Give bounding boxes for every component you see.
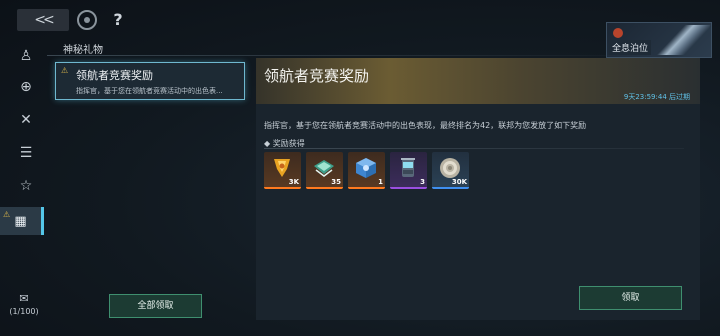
sidebar: ♙ ⊕ ✕ ☰ ☆ ⚠ ▦ ✉ (1/100) bbox=[0, 40, 48, 336]
user-icon: ♙ bbox=[19, 48, 33, 64]
sidebar-item-favorites[interactable]: ☆ bbox=[12, 172, 40, 200]
sidebar-item-gifts[interactable]: ⚠ ▦ bbox=[0, 207, 44, 235]
rarity-bar bbox=[432, 187, 469, 189]
sidebar-item-globe[interactable]: ⊕ bbox=[12, 73, 40, 101]
reward-qty: 3 bbox=[420, 178, 425, 186]
globe-icon: ⊕ bbox=[20, 79, 32, 95]
back-button[interactable]: << bbox=[17, 9, 69, 31]
reward-gold-medal[interactable]: 3K bbox=[264, 152, 301, 189]
mail-icon: ✉ bbox=[19, 292, 29, 305]
gift-icon: ▦ bbox=[14, 213, 27, 229]
detail-panel: 领航者竞赛奖励 9天23:59:44 后过期 指挥官，基于您在领航者竞赛活动中的… bbox=[256, 58, 700, 320]
message-list: ⚠ 领航者竞赛奖励 指挥官，基于您在领航者竞赛活动中的出色表... bbox=[50, 58, 250, 320]
reward-qty: 3K bbox=[288, 178, 299, 186]
double-chevron-left-icon: << bbox=[34, 12, 55, 28]
detail-title: 领航者竞赛奖励 bbox=[264, 67, 370, 85]
blueprint-icon bbox=[314, 160, 334, 177]
sidebar-item-fleet[interactable]: ✕ bbox=[12, 106, 40, 134]
list-item[interactable]: ⚠ 领航者竞赛奖励 指挥官，基于您在领航者竞赛活动中的出色表... bbox=[55, 62, 245, 100]
reward-qty: 35 bbox=[331, 178, 341, 186]
detail-description: 指挥官，基于您在领航者竞赛活动中的出色表现，最终排名为42，联邦为您发放了如下奖… bbox=[264, 121, 587, 130]
page-title: 神秘礼物 bbox=[63, 45, 103, 56]
reward-core-canister[interactable]: 3 bbox=[390, 152, 427, 189]
title-divider bbox=[47, 55, 667, 56]
reward-blueprint[interactable]: 35 bbox=[306, 152, 343, 189]
data-cube-icon bbox=[356, 158, 376, 178]
gold-medal-icon bbox=[274, 159, 290, 177]
expire-timer: 9天23:59:44 后过期 bbox=[623, 93, 690, 101]
spaceship-icon bbox=[655, 25, 711, 55]
mail-count: (1/100) bbox=[9, 307, 39, 316]
help-button[interactable]: ? bbox=[109, 9, 127, 31]
reward-coin[interactable]: 30K bbox=[432, 152, 469, 189]
claim-all-button[interactable]: 全部领取 bbox=[109, 294, 202, 318]
holo-berth-label: 全息泊位 bbox=[609, 40, 652, 55]
mailbox-button[interactable]: ✉ (1/100) bbox=[6, 292, 42, 316]
reward-qty: 1 bbox=[378, 178, 383, 186]
fire-icon bbox=[613, 28, 623, 38]
sidebar-item-profile[interactable]: ♙ bbox=[12, 42, 40, 70]
reward-qty: 30K bbox=[451, 178, 467, 186]
sidebar-item-notes[interactable]: ☰ bbox=[12, 139, 40, 167]
list-item-subtitle: 指挥官，基于您在领航者竞赛活动中的出色表... bbox=[76, 87, 223, 95]
warning-icon: ⚠ bbox=[3, 210, 11, 219]
star-icon: ☆ bbox=[19, 178, 33, 194]
claim-button[interactable]: 领取 bbox=[579, 286, 682, 310]
detail-banner: 领航者竞赛奖励 9天23:59:44 后过期 bbox=[256, 58, 700, 104]
list-item-title: 领航者竞赛奖励 bbox=[76, 69, 153, 82]
reward-data-cube[interactable]: 1 bbox=[348, 152, 385, 189]
home-target-icon[interactable] bbox=[77, 10, 97, 30]
core-canister-icon bbox=[401, 158, 415, 177]
rarity-bar bbox=[264, 187, 301, 189]
notes-icon: ☰ bbox=[19, 145, 33, 161]
rewards-divider bbox=[264, 148, 684, 149]
rarity-bar bbox=[306, 187, 343, 189]
rarity-bar bbox=[390, 187, 427, 189]
warning-icon: ⚠ bbox=[61, 66, 69, 75]
coin-icon bbox=[440, 158, 460, 178]
rarity-bar bbox=[348, 187, 385, 189]
holo-berth-button[interactable]: 全息泊位 bbox=[606, 22, 712, 58]
fleet-icon: ✕ bbox=[20, 112, 32, 128]
